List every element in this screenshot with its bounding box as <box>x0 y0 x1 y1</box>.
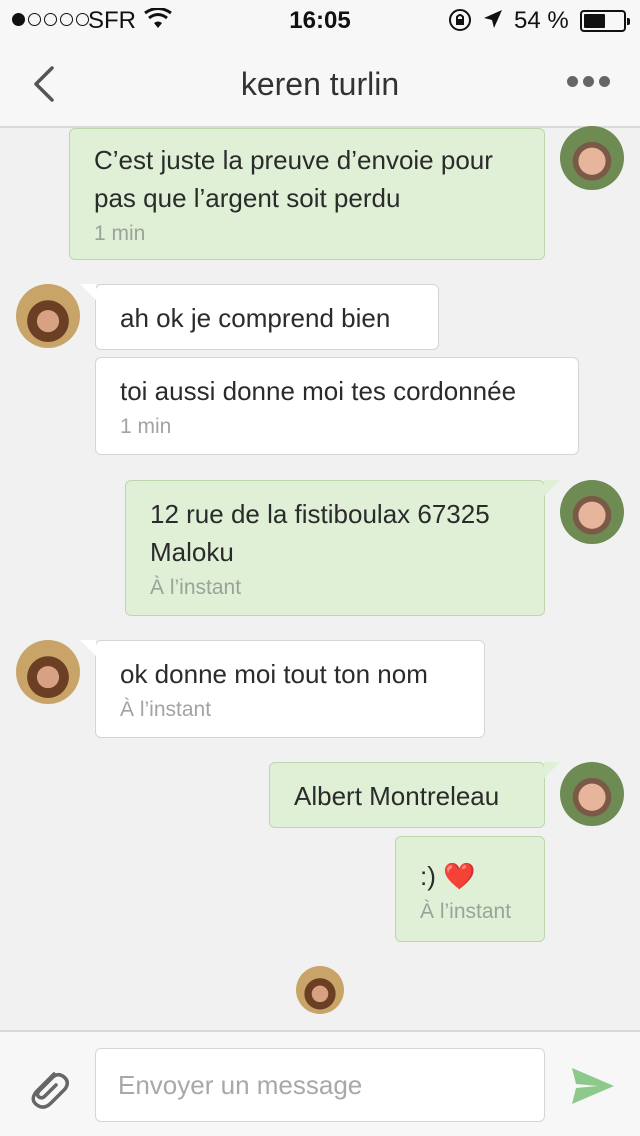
sender-avatar[interactable] <box>560 480 624 544</box>
message-timestamp: À l’instant <box>120 698 212 721</box>
message-composer <box>0 1030 640 1136</box>
battery-percentage: 54 % <box>514 7 569 34</box>
message-timestamp: À l’instant <box>420 900 512 923</box>
sender-avatar[interactable] <box>560 126 624 190</box>
message-bubble-outgoing[interactable]: C’est juste la preuve d’envoie pour pas … <box>69 128 545 260</box>
rotation-lock-icon <box>449 9 471 31</box>
message-input[interactable] <box>95 1048 545 1122</box>
message-text: :) ❤️ <box>420 861 476 891</box>
message-timestamp: 1 min <box>94 222 146 245</box>
message-text: C’est juste la preuve d’envoie pour pas … <box>94 145 493 213</box>
bubble-tail <box>544 479 560 496</box>
bubble-tail <box>544 761 560 778</box>
message-bubble-outgoing[interactable]: :) ❤️ À l’instant <box>395 836 545 942</box>
message-timestamp: 1 min <box>120 415 172 438</box>
message-text: ok donne moi tout ton nom <box>120 659 428 689</box>
conversation-title: keren turlin <box>240 66 400 102</box>
message-bubble-incoming[interactable]: ok donne moi tout ton nom À l’instant <box>80 639 485 738</box>
message-bubble-outgoing[interactable]: Albert Montreleau <box>269 761 560 828</box>
message-bubble-outgoing[interactable]: 12 rue de la fistiboulax 67325 Maloku À … <box>125 479 560 616</box>
paperclip-icon[interactable] <box>24 1064 72 1112</box>
bubble-tail <box>80 283 96 300</box>
message-bubble-incoming[interactable]: toi aussi donne moi tes cordonnée 1 min <box>95 357 579 455</box>
contact-avatar[interactable] <box>16 640 80 704</box>
send-icon[interactable] <box>568 1064 616 1108</box>
contact-avatar[interactable] <box>16 284 80 348</box>
more-dots-icon[interactable] <box>567 76 610 87</box>
message-text: Albert Montreleau <box>294 781 500 811</box>
message-bubble-incoming[interactable]: ah ok je comprend bien <box>80 283 439 350</box>
battery-icon <box>580 10 630 32</box>
typing-indicator-avatar <box>296 966 344 1014</box>
navigation-bar: keren turlin <box>0 40 640 128</box>
status-bar: SFR 16:05 54 % <box>0 0 640 40</box>
message-text: toi aussi donne moi tes cordonnée <box>120 376 517 406</box>
location-arrow-icon <box>484 10 502 28</box>
message-text: 12 rue de la fistiboulax 67325 Maloku <box>150 499 490 567</box>
bubble-tail <box>80 639 96 656</box>
message-text: ah ok je comprend bien <box>120 303 391 333</box>
sender-avatar[interactable] <box>560 762 624 826</box>
message-timestamp: À l’instant <box>150 576 242 599</box>
